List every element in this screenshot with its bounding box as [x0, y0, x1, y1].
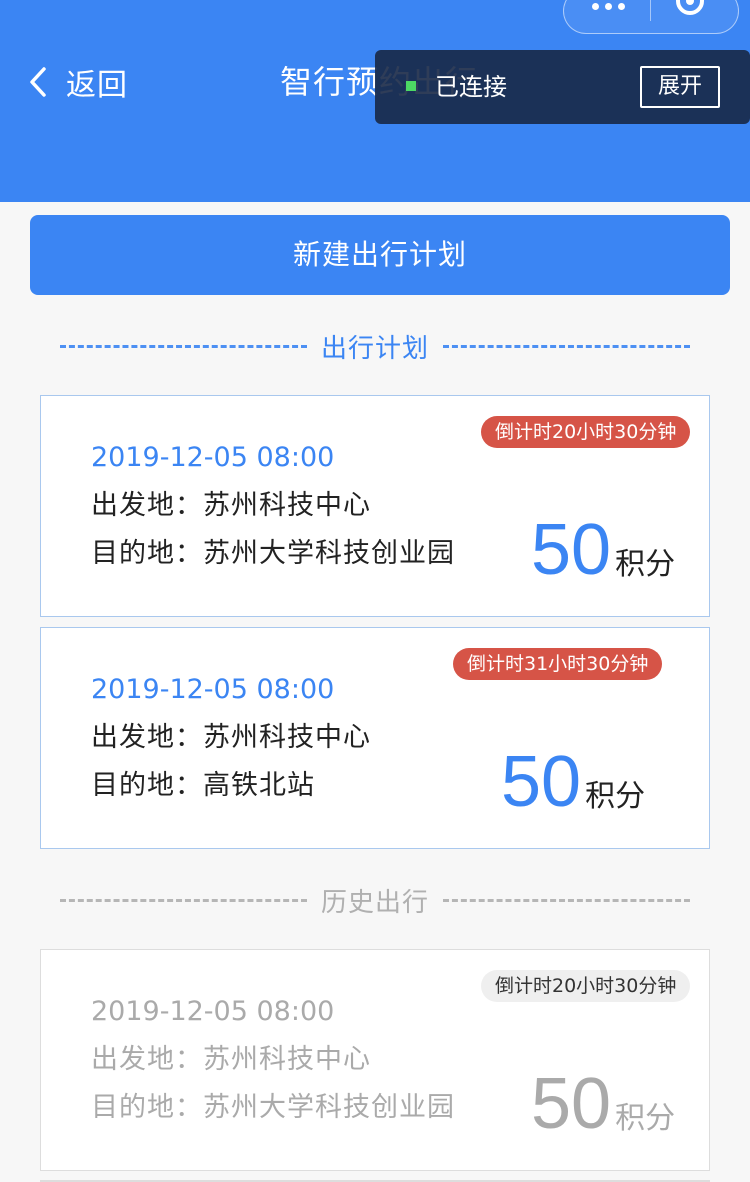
- back-chevron-icon: [30, 67, 46, 97]
- divider-dash-left: [60, 898, 307, 902]
- connection-led-icon: [406, 81, 416, 91]
- countdown-badge: 倒计时20小时30分钟: [481, 416, 691, 448]
- divider-dash-right: [443, 344, 691, 348]
- points-display: 50 积分: [531, 1062, 675, 1146]
- back-button[interactable]: 返回: [28, 62, 128, 103]
- destination-label: 目的地：: [91, 770, 203, 801]
- points-display: 50 积分: [531, 508, 675, 592]
- destination-label: 目的地：: [91, 538, 203, 569]
- back-label: 返回: [66, 68, 128, 103]
- capsule-divider: [650, 0, 651, 21]
- departure-row: 出发地：苏州科技中心: [91, 1042, 371, 1078]
- points-value: 50: [501, 742, 582, 822]
- points-unit: 积分: [615, 1101, 676, 1136]
- divider-dash-left: [60, 344, 307, 348]
- section-header-plans: 出行计划: [60, 326, 691, 366]
- plan-datetime: 2019-12-05 08:00: [91, 996, 335, 1027]
- points-display: 50 积分: [501, 740, 645, 824]
- departure-row: 出发地：苏州科技中心: [91, 488, 371, 524]
- expand-button[interactable]: 展开: [640, 66, 720, 108]
- mini-program-capsule: [563, 0, 739, 34]
- departure-label: 出发地：: [91, 722, 203, 753]
- section-title-history: 历史出行: [321, 887, 430, 918]
- destination-value: 苏州大学科技创业园: [203, 1092, 455, 1123]
- plan-datetime: 2019-12-05 08:00: [91, 674, 335, 705]
- destination-row: 目的地：高铁北站: [91, 768, 315, 804]
- destination-row: 目的地：苏州大学科技创业园: [91, 1090, 455, 1126]
- departure-value: 苏州科技中心: [203, 722, 371, 753]
- countdown-badge: 倒计时20小时30分钟: [481, 970, 691, 1002]
- section-header-history: 历史出行: [60, 880, 691, 920]
- points-unit: 积分: [585, 779, 646, 814]
- departure-row: 出发地：苏州科技中心: [91, 720, 371, 756]
- divider-dash-right: [443, 898, 691, 902]
- points-unit: 积分: [615, 547, 676, 582]
- departure-value: 苏州科技中心: [203, 1044, 371, 1075]
- history-card[interactable]: 倒计时20小时30分钟 2019-12-05 08:00 出发地：苏州科技中心 …: [40, 949, 710, 1171]
- plan-datetime: 2019-12-05 08:00: [91, 442, 335, 473]
- points-value: 50: [531, 1064, 612, 1144]
- departure-label: 出发地：: [91, 490, 203, 521]
- countdown-badge: 倒计时31小时30分钟: [453, 648, 663, 680]
- departure-value: 苏州科技中心: [203, 490, 371, 521]
- destination-row: 目的地：苏州大学科技创业园: [91, 536, 455, 572]
- plan-card[interactable]: 倒计时20小时30分钟 2019-12-05 08:00 出发地：苏州科技中心 …: [40, 395, 710, 617]
- new-plan-button[interactable]: 新建出行计划: [30, 215, 730, 295]
- more-dots-icon[interactable]: [592, 3, 625, 10]
- connection-status: 已连接: [435, 73, 507, 101]
- debug-connection-panel: 已连接 展开: [375, 50, 750, 124]
- close-target-icon[interactable]: [676, 0, 704, 15]
- destination-value: 高铁北站: [203, 770, 315, 801]
- destination-value: 苏州大学科技创业园: [203, 538, 455, 569]
- departure-label: 出发地：: [91, 1044, 203, 1075]
- points-value: 50: [531, 510, 612, 590]
- plan-card[interactable]: 倒计时31小时30分钟 2019-12-05 08:00 出发地：苏州科技中心 …: [40, 627, 710, 849]
- destination-label: 目的地：: [91, 1092, 203, 1123]
- section-title-plans: 出行计划: [321, 333, 430, 364]
